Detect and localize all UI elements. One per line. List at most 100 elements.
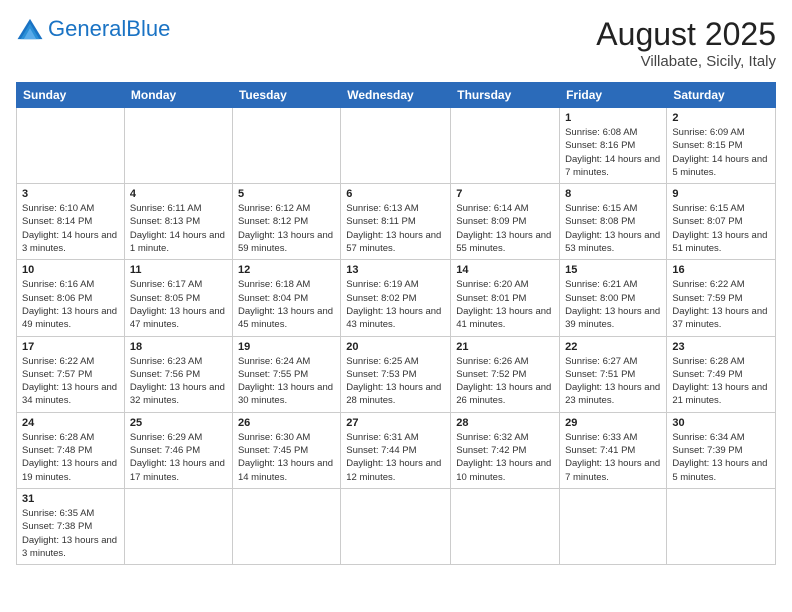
day-number: 10 xyxy=(22,264,119,276)
calendar-cell: 1Sunrise: 6:08 AM Sunset: 8:16 PM Daylig… xyxy=(560,108,667,184)
calendar-cell: 10 Sunrise: 6:16 AM Sunset: 8:06 PM Dayli… xyxy=(17,260,125,336)
calendar-cell: 16 Sunrise: 6:22 AM Sunset: 7:59 PM Dayli… xyxy=(667,260,776,336)
day-info: Sunrise: 6:13 AM Sunset: 8:11 PM Dayligh… xyxy=(346,202,445,255)
day-info: Sunrise: 6:23 AM Sunset: 7:56 PM Dayligh… xyxy=(130,355,227,408)
day-number: 15 xyxy=(565,264,661,276)
day-info: Sunrise: 6:08 AM Sunset: 8:16 PM Dayligh… xyxy=(565,126,661,179)
col-saturday: Saturday xyxy=(667,83,776,108)
day-info: Sunrise: 6:19 AM Sunset: 8:02 PM Dayligh… xyxy=(346,278,445,331)
calendar-cell: 13Sunrise: 6:19 AM Sunset: 8:02 PM Dayli… xyxy=(341,260,451,336)
day-info: Sunrise: 6:09 AM Sunset: 8:15 PM Dayligh… xyxy=(672,126,770,179)
calendar-week-1: 3Sunrise: 6:10 AM Sunset: 8:14 PM Daylig… xyxy=(17,184,776,260)
calendar-cell: 7Sunrise: 6:14 AM Sunset: 8:09 PM Daylig… xyxy=(451,184,560,260)
day-number: 28 xyxy=(456,417,554,429)
calendar-cell: 14Sunrise: 6:20 AM Sunset: 8:01 PM Dayli… xyxy=(451,260,560,336)
day-info: Sunrise: 6:21 AM Sunset: 8:00 PM Dayligh… xyxy=(565,278,661,331)
day-number: 8 xyxy=(565,188,661,200)
calendar-header-row: Sunday Monday Tuesday Wednesday Thursday… xyxy=(17,83,776,108)
day-info: Sunrise: 6:18 AM Sunset: 8:04 PM Dayligh… xyxy=(238,278,335,331)
calendar-cell: 28 Sunrise: 6:32 AM Sunset: 7:42 PM Dayli… xyxy=(451,412,560,488)
calendar-week-5: 31Sunrise: 6:35 AM Sunset: 7:38 PM Dayli… xyxy=(17,488,776,564)
col-monday: Monday xyxy=(124,83,232,108)
logo-blue: Blue xyxy=(126,16,170,41)
calendar-cell xyxy=(341,108,451,184)
calendar-cell: 8 Sunrise: 6:15 AM Sunset: 8:08 PM Daylig… xyxy=(560,184,667,260)
calendar-cell: 21 Sunrise: 6:26 AM Sunset: 7:52 PM Dayli… xyxy=(451,336,560,412)
day-number: 26 xyxy=(238,417,335,429)
calendar-cell: 9 Sunrise: 6:15 AM Sunset: 8:07 PM Daylig… xyxy=(667,184,776,260)
day-number: 16 xyxy=(672,264,770,276)
day-info: Sunrise: 6:17 AM Sunset: 8:05 PM Dayligh… xyxy=(130,278,227,331)
logo: GeneralBlue xyxy=(16,16,170,42)
calendar-cell xyxy=(451,488,560,564)
day-info: Sunrise: 6:24 AM Sunset: 7:55 PM Dayligh… xyxy=(238,355,335,408)
day-info: Sunrise: 6:33 AM Sunset: 7:41 PM Dayligh… xyxy=(565,431,661,484)
col-sunday: Sunday xyxy=(17,83,125,108)
logo-text: GeneralBlue xyxy=(48,16,170,42)
col-tuesday: Tuesday xyxy=(232,83,340,108)
calendar-cell xyxy=(667,488,776,564)
day-info: Sunrise: 6:26 AM Sunset: 7:52 PM Dayligh… xyxy=(456,355,554,408)
calendar-cell: 24 Sunrise: 6:28 AM Sunset: 7:48 PM Dayli… xyxy=(17,412,125,488)
calendar-cell: 25 Sunrise: 6:29 AM Sunset: 7:46 PM Dayli… xyxy=(124,412,232,488)
day-info: Sunrise: 6:15 AM Sunset: 8:07 PM Dayligh… xyxy=(672,202,770,255)
calendar-cell: 3Sunrise: 6:10 AM Sunset: 8:14 PM Daylig… xyxy=(17,184,125,260)
calendar-title: August 2025 xyxy=(596,16,776,53)
day-number: 27 xyxy=(346,417,445,429)
calendar-cell xyxy=(341,488,451,564)
day-number: 2 xyxy=(672,112,770,124)
calendar-cell xyxy=(560,488,667,564)
day-info: Sunrise: 6:28 AM Sunset: 7:49 PM Dayligh… xyxy=(672,355,770,408)
calendar-cell: 26Sunrise: 6:30 AM Sunset: 7:45 PM Dayli… xyxy=(232,412,340,488)
col-thursday: Thursday xyxy=(451,83,560,108)
calendar-cell: 29 Sunrise: 6:33 AM Sunset: 7:41 PM Dayli… xyxy=(560,412,667,488)
calendar-cell: 15 Sunrise: 6:21 AM Sunset: 8:00 PM Dayli… xyxy=(560,260,667,336)
calendar-cell: 18Sunrise: 6:23 AM Sunset: 7:56 PM Dayli… xyxy=(124,336,232,412)
day-info: Sunrise: 6:11 AM Sunset: 8:13 PM Dayligh… xyxy=(130,202,227,255)
day-number: 5 xyxy=(238,188,335,200)
day-info: Sunrise: 6:29 AM Sunset: 7:46 PM Dayligh… xyxy=(130,431,227,484)
day-number: 12 xyxy=(238,264,335,276)
day-number: 31 xyxy=(22,493,119,505)
day-number: 7 xyxy=(456,188,554,200)
title-block: August 2025 Villabate, Sicily, Italy xyxy=(596,16,776,70)
day-number: 29 xyxy=(565,417,661,429)
day-number: 19 xyxy=(238,341,335,353)
day-number: 11 xyxy=(130,264,227,276)
day-number: 14 xyxy=(456,264,554,276)
calendar-subtitle: Villabate, Sicily, Italy xyxy=(596,53,776,70)
day-number: 25 xyxy=(130,417,227,429)
calendar-cell: 6 Sunrise: 6:13 AM Sunset: 8:11 PM Daylig… xyxy=(341,184,451,260)
day-number: 21 xyxy=(456,341,554,353)
calendar-week-0: 1Sunrise: 6:08 AM Sunset: 8:16 PM Daylig… xyxy=(17,108,776,184)
calendar-cell: 31Sunrise: 6:35 AM Sunset: 7:38 PM Dayli… xyxy=(17,488,125,564)
calendar-cell: 4 Sunrise: 6:11 AM Sunset: 8:13 PM Daylig… xyxy=(124,184,232,260)
day-number: 24 xyxy=(22,417,119,429)
day-info: Sunrise: 6:31 AM Sunset: 7:44 PM Dayligh… xyxy=(346,431,445,484)
day-info: Sunrise: 6:32 AM Sunset: 7:42 PM Dayligh… xyxy=(456,431,554,484)
calendar-cell xyxy=(232,488,340,564)
day-number: 17 xyxy=(22,341,119,353)
calendar-cell xyxy=(124,108,232,184)
calendar-cell: 27 Sunrise: 6:31 AM Sunset: 7:44 PM Dayli… xyxy=(341,412,451,488)
day-number: 4 xyxy=(130,188,227,200)
day-info: Sunrise: 6:22 AM Sunset: 7:59 PM Dayligh… xyxy=(672,278,770,331)
day-info: Sunrise: 6:16 AM Sunset: 8:06 PM Dayligh… xyxy=(22,278,119,331)
calendar-cell: 23 Sunrise: 6:28 AM Sunset: 7:49 PM Dayli… xyxy=(667,336,776,412)
header: GeneralBlue August 2025 Villabate, Sicil… xyxy=(16,16,776,70)
day-info: Sunrise: 6:28 AM Sunset: 7:48 PM Dayligh… xyxy=(22,431,119,484)
day-info: Sunrise: 6:12 AM Sunset: 8:12 PM Dayligh… xyxy=(238,202,335,255)
col-wednesday: Wednesday xyxy=(341,83,451,108)
day-info: Sunrise: 6:22 AM Sunset: 7:57 PM Dayligh… xyxy=(22,355,119,408)
calendar-cell: 30Sunrise: 6:34 AM Sunset: 7:39 PM Dayli… xyxy=(667,412,776,488)
col-friday: Friday xyxy=(560,83,667,108)
day-info: Sunrise: 6:15 AM Sunset: 8:08 PM Dayligh… xyxy=(565,202,661,255)
calendar-week-4: 24 Sunrise: 6:28 AM Sunset: 7:48 PM Dayli… xyxy=(17,412,776,488)
calendar-cell: 22Sunrise: 6:27 AM Sunset: 7:51 PM Dayli… xyxy=(560,336,667,412)
day-number: 23 xyxy=(672,341,770,353)
day-number: 6 xyxy=(346,188,445,200)
day-number: 9 xyxy=(672,188,770,200)
day-info: Sunrise: 6:25 AM Sunset: 7:53 PM Dayligh… xyxy=(346,355,445,408)
calendar-cell: 12 Sunrise: 6:18 AM Sunset: 8:04 PM Dayli… xyxy=(232,260,340,336)
calendar-cell xyxy=(232,108,340,184)
